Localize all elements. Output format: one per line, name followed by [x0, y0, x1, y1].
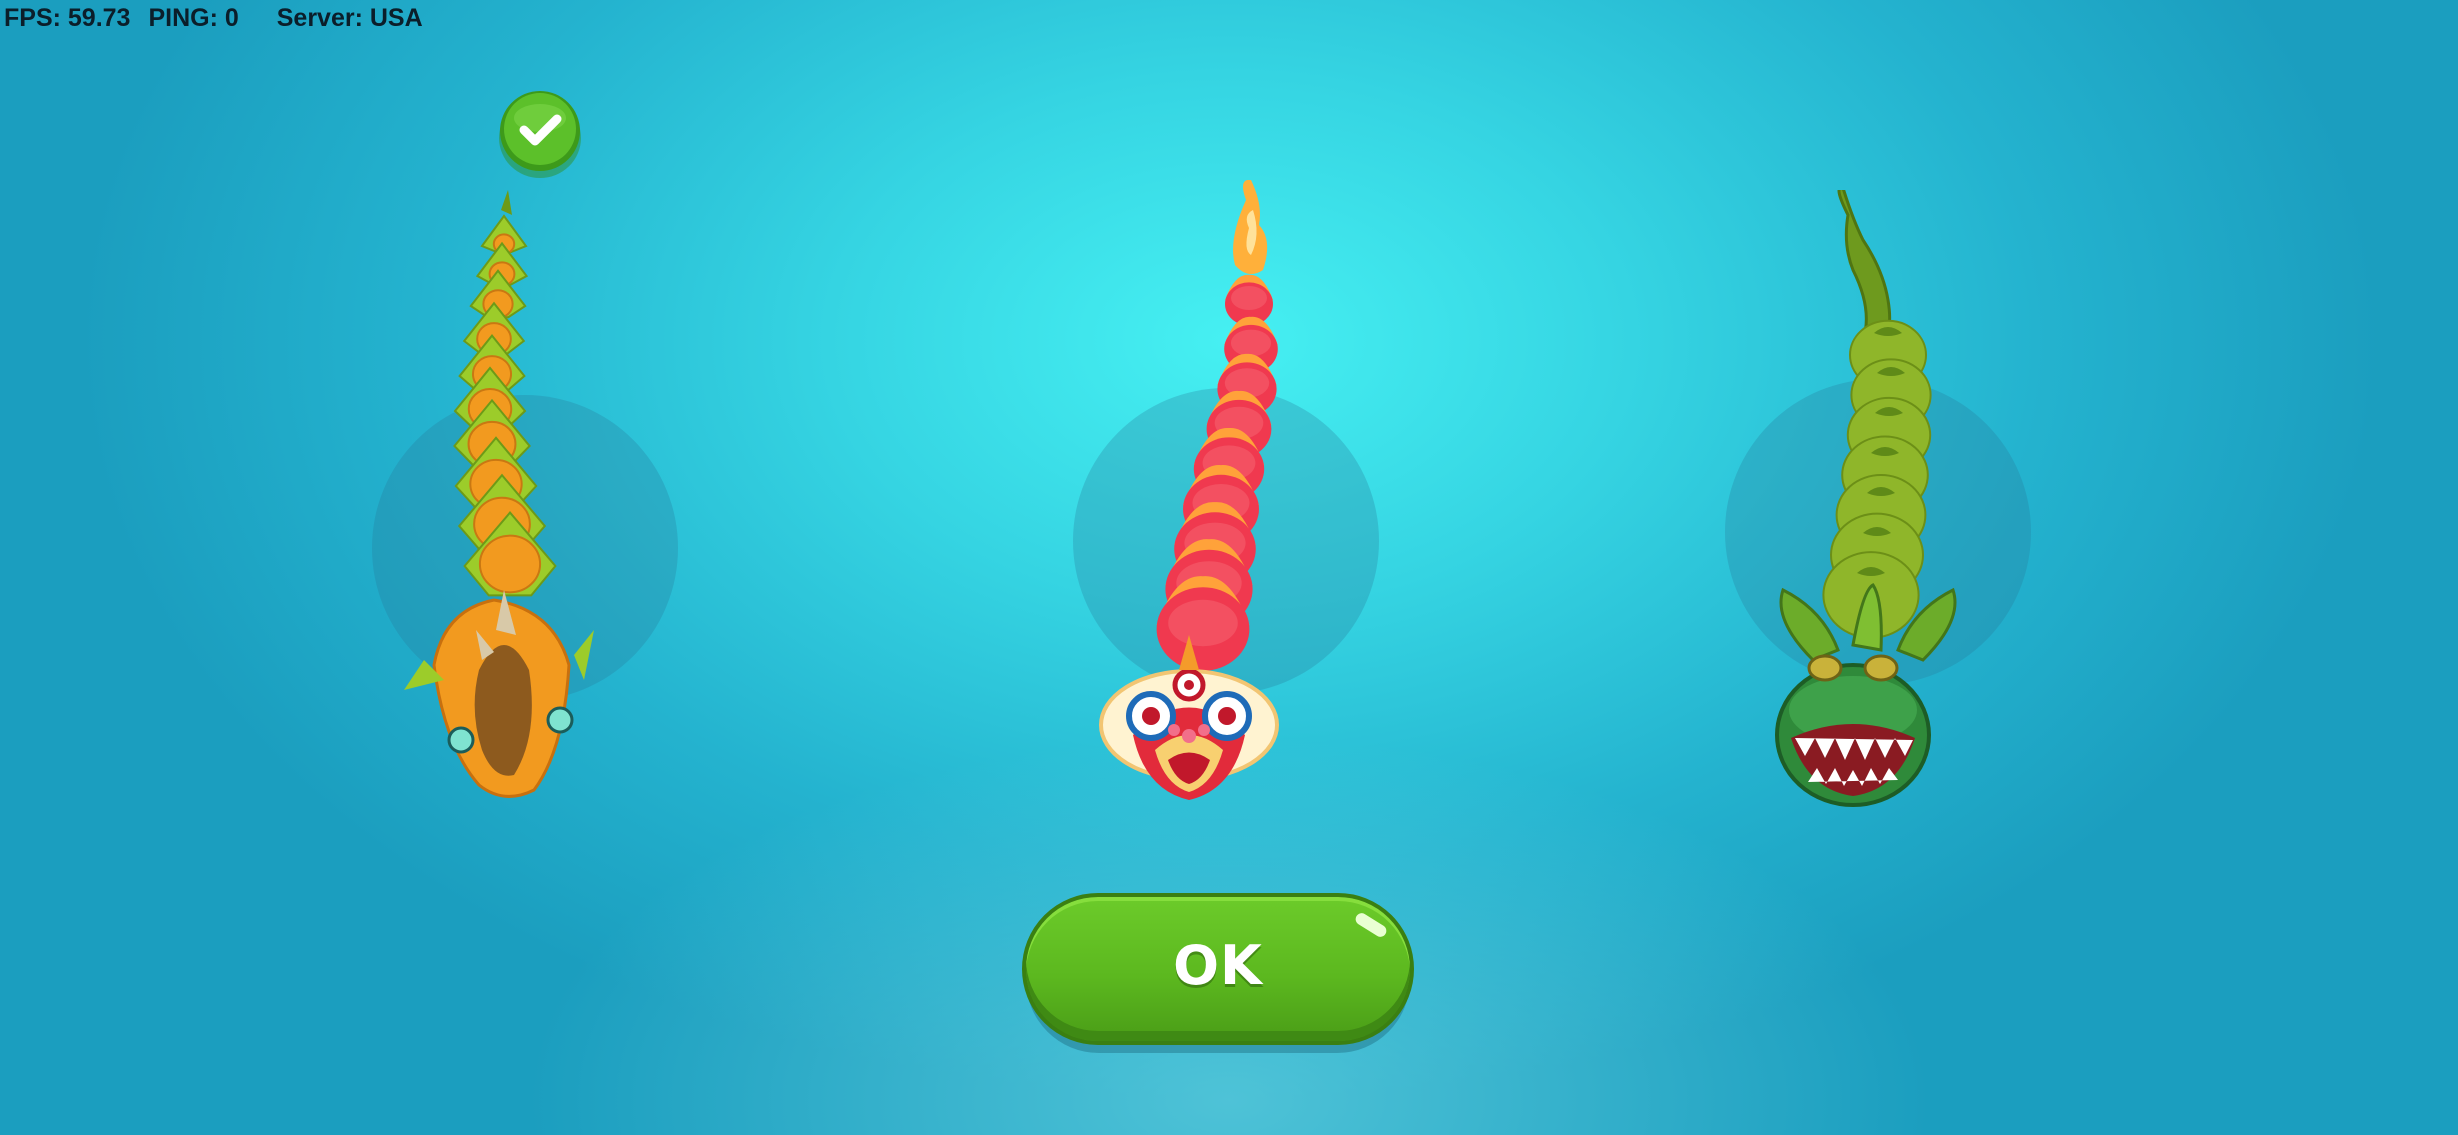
ok-button[interactable]: OK: [1022, 893, 1414, 1053]
ping-counter: PING: 0: [148, 4, 239, 32]
fps-counter: FPS: 59.73: [4, 4, 131, 32]
piranha-plant-skin-icon: [1775, 190, 1957, 807]
skin-option-lion-dance[interactable]: [1063, 180, 1383, 820]
skin-option-piranha-plant[interactable]: [1713, 190, 2033, 830]
dragon-skin-icon: [404, 190, 594, 798]
ok-button-label: OK: [1173, 934, 1263, 997]
lion-dance-skin-icon: [1099, 180, 1279, 800]
skin-option-dragon[interactable]: [364, 190, 684, 830]
hud-stats: FPS: 59.73 PING: 0 Server: USA: [4, 4, 423, 33]
server-label: Server: USA: [276, 4, 423, 32]
selected-check-icon: [499, 91, 581, 178]
